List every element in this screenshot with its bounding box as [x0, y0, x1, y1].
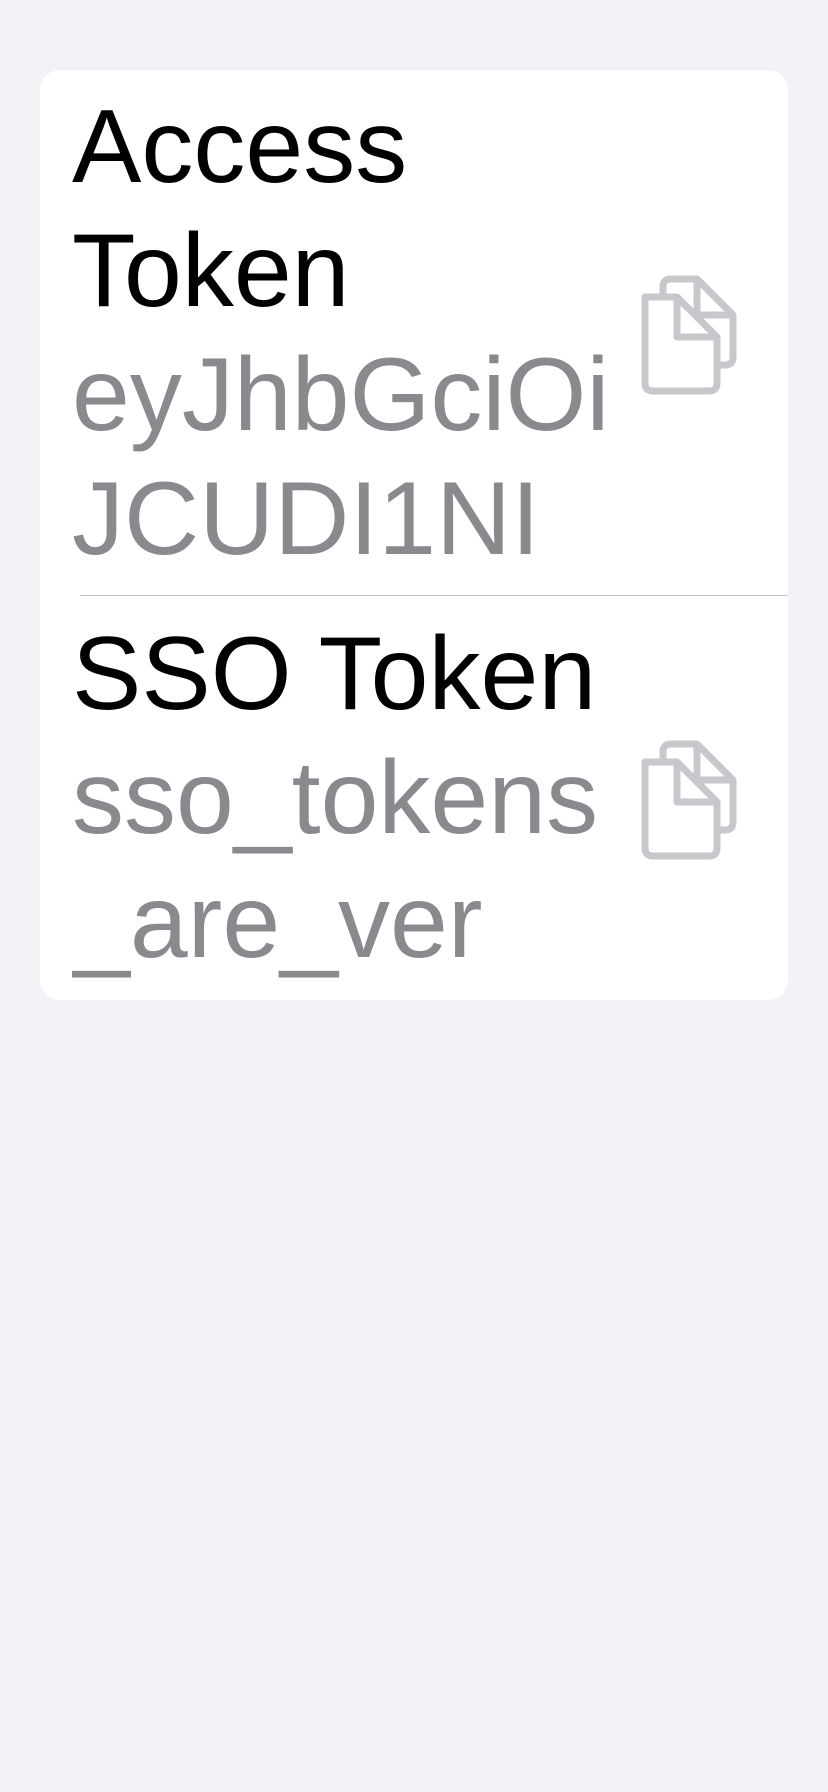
access-token-row[interactable]: Access Token eyJhbGciOiJCUDI1NIl... — [40, 70, 788, 596]
sso-token-text: SSO Token sso_tokens_are_very... — [72, 612, 632, 984]
copy-sso-token-button[interactable] — [632, 732, 744, 864]
sso-token-title: SSO Token — [72, 616, 597, 732]
sso-token-value: sso_tokens_are_very... — [72, 740, 599, 980]
access-token-text: Access Token eyJhbGciOiJCUDI1NIl... — [72, 85, 632, 581]
access-token-title: Access Token — [72, 89, 408, 329]
doc-on-doc-icon — [641, 275, 737, 395]
sso-token-row[interactable]: SSO Token sso_tokens_are_very... — [40, 596, 788, 1000]
copy-access-token-button[interactable] — [632, 267, 744, 399]
doc-on-doc-icon — [641, 740, 737, 860]
access-token-value: eyJhbGciOiJCUDI1NIl... — [72, 337, 610, 577]
token-list: Access Token eyJhbGciOiJCUDI1NIl... SSO … — [40, 70, 788, 1000]
